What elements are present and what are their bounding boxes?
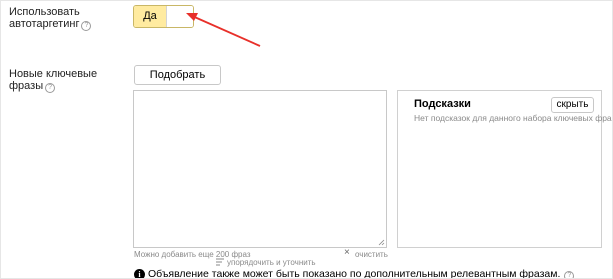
autotargeting-label-line2: автотаргетинг? [9, 18, 92, 31]
clear-link[interactable]: очистить [355, 250, 388, 259]
sort-icon[interactable] [216, 258, 224, 266]
notice-text-content: Объявление также может быть показано по … [148, 268, 561, 279]
help-icon[interactable]: ? [81, 21, 92, 31]
sort-refine-link[interactable]: упорядочить и уточнить [227, 258, 316, 267]
keywords-textarea[interactable] [133, 90, 387, 248]
toggle-yes-option[interactable]: Да [134, 6, 166, 27]
info-icon: i [134, 269, 145, 278]
help-icon[interactable]: ? [564, 271, 575, 278]
keywords-label: Новые ключевые фразы? [9, 68, 97, 93]
hide-hints-button[interactable]: скрыть [551, 97, 594, 113]
autotargeting-label-line1: Использовать [9, 6, 80, 18]
hints-panel: Подсказки скрыть Нет подсказок для данно… [397, 90, 612, 248]
help-icon[interactable]: ? [45, 83, 56, 93]
campaign-settings-panel: Использовать автотаргетинг? Да Новые клю… [0, 0, 613, 279]
clear-icon[interactable]: × [344, 247, 350, 258]
hints-title: Подсказки [414, 98, 471, 110]
notice-text: Объявление также может быть показано по … [148, 268, 575, 279]
keywords-label-text: фразы [9, 80, 44, 92]
autotargeting-label-text: автотаргетинг [9, 18, 80, 30]
keywords-label-line2: фразы? [9, 80, 97, 93]
autotargeting-label: Использовать автотаргетинг? [9, 6, 92, 31]
resize-handle-icon[interactable] [378, 239, 385, 246]
hints-empty-text: Нет подсказок для данного набора ключевы… [414, 113, 613, 123]
pick-words-button[interactable]: Подобрать слова [134, 65, 221, 99]
annotation-arrow-icon [186, 13, 261, 47]
keywords-label-line1: Новые ключевые [9, 68, 98, 80]
